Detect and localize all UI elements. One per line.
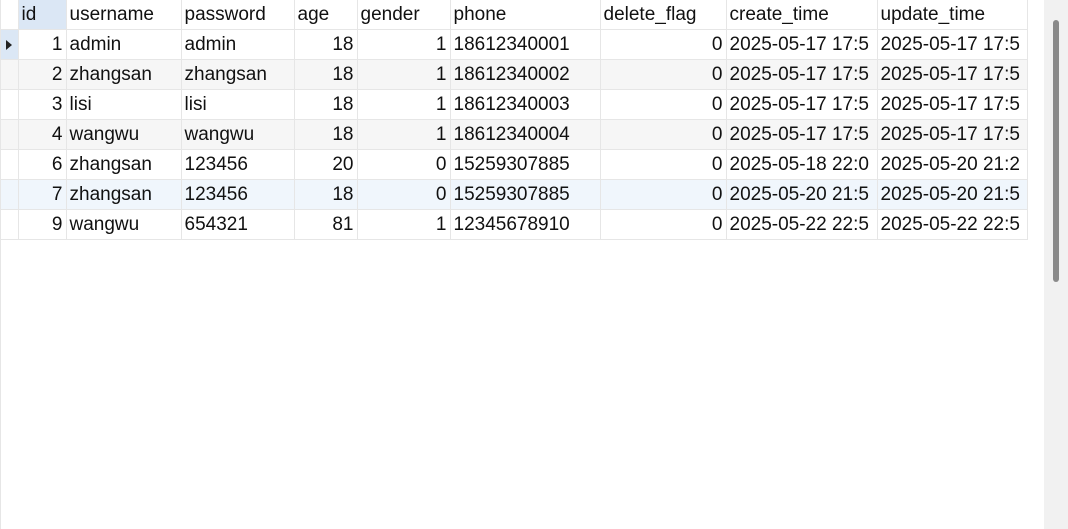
cell-delete-flag[interactable]: 0: [600, 179, 727, 210]
cell-create-time[interactable]: 2025-05-17 17:5: [726, 119, 878, 150]
column-header-gender[interactable]: gender: [357, 0, 451, 30]
cell-password[interactable]: lisi: [181, 89, 295, 120]
current-row-arrow-icon: [6, 39, 13, 50]
row-indicator-cell[interactable]: [1, 59, 19, 90]
cell-id[interactable]: 3: [18, 89, 67, 120]
cell-age[interactable]: 18: [294, 179, 358, 210]
table-row[interactable]: 1 admin admin 18 1 18612340001 0 2025-05-17 17:…: [1, 29, 1028, 60]
column-header-password[interactable]: password: [181, 0, 295, 30]
cell-phone[interactable]: 18612340003: [450, 89, 601, 120]
cell-phone[interactable]: 18612340004: [450, 119, 601, 150]
column-header-create-time[interactable]: create_time: [726, 0, 878, 30]
row-indicator-cell[interactable]: [1, 209, 19, 240]
cell-delete-flag[interactable]: 0: [600, 149, 727, 180]
cell-phone[interactable]: 18612340002: [450, 59, 601, 90]
cell-gender[interactable]: 1: [357, 209, 451, 240]
cell-phone[interactable]: 12345678910: [450, 209, 601, 240]
result-table: id username password age gender phone de…: [1, 0, 1028, 240]
table-row[interactable]: 3 lisi lisi 18 1 18612340003 0 2025-05-17 17:5 2…: [1, 89, 1028, 120]
cell-update-time[interactable]: 2025-05-20 21:2: [877, 149, 1028, 180]
header-row: id username password age gender phone de…: [1, 0, 1028, 30]
column-header-phone[interactable]: phone: [450, 0, 601, 30]
cell-username[interactable]: lisi: [66, 89, 182, 120]
table-row[interactable]: 2 zhangsan zhangsan 18 1 18612340002 0 2025-05-…: [1, 59, 1028, 90]
cell-username[interactable]: wangwu: [66, 209, 182, 240]
cell-age[interactable]: 20: [294, 149, 358, 180]
cell-delete-flag[interactable]: 0: [600, 209, 727, 240]
cell-username[interactable]: zhangsan: [66, 149, 182, 180]
cell-password[interactable]: 123456: [181, 179, 295, 210]
cell-age[interactable]: 18: [294, 29, 358, 60]
cell-age[interactable]: 18: [294, 59, 358, 90]
cell-id[interactable]: 6: [18, 149, 67, 180]
cell-delete-flag[interactable]: 0: [600, 29, 727, 60]
cell-delete-flag[interactable]: 0: [600, 119, 727, 150]
table-row[interactable]: 7 zhangsan 123456 18 0 15259307885 0 2025-05-20…: [1, 179, 1028, 210]
vertical-scrollbar[interactable]: [1044, 0, 1068, 529]
cell-delete-flag[interactable]: 0: [600, 59, 727, 90]
cell-username[interactable]: zhangsan: [66, 179, 182, 210]
column-header-id[interactable]: id: [18, 0, 67, 30]
cell-create-time[interactable]: 2025-05-17 17:5: [726, 89, 878, 120]
cell-age[interactable]: 81: [294, 209, 358, 240]
cell-gender[interactable]: 1: [357, 59, 451, 90]
column-header-username[interactable]: username: [66, 0, 182, 30]
data-grid[interactable]: id username password age gender phone de…: [0, 0, 1044, 529]
cell-update-time[interactable]: 2025-05-17 17:5: [877, 89, 1028, 120]
cell-password[interactable]: admin: [181, 29, 295, 60]
scrollbar-thumb[interactable]: [1053, 20, 1059, 282]
header-indicator-cell: [1, 0, 19, 30]
row-indicator-cell[interactable]: [1, 29, 19, 60]
cell-update-time[interactable]: 2025-05-20 21:5: [877, 179, 1028, 210]
cell-id[interactable]: 1: [18, 29, 67, 60]
cell-password[interactable]: wangwu: [181, 119, 295, 150]
cell-update-time[interactable]: 2025-05-17 17:5: [877, 119, 1028, 150]
cell-create-time[interactable]: 2025-05-17 17:5: [726, 59, 878, 90]
row-indicator-cell[interactable]: [1, 89, 19, 120]
column-header-age[interactable]: age: [294, 0, 358, 30]
cell-gender[interactable]: 0: [357, 179, 451, 210]
cell-username[interactable]: admin: [66, 29, 182, 60]
cell-create-time[interactable]: 2025-05-20 21:5: [726, 179, 878, 210]
cell-create-time[interactable]: 2025-05-17 17:5: [726, 29, 878, 60]
cell-delete-flag[interactable]: 0: [600, 89, 727, 120]
cell-gender[interactable]: 1: [357, 89, 451, 120]
cell-age[interactable]: 18: [294, 119, 358, 150]
cell-id[interactable]: 9: [18, 209, 67, 240]
row-indicator-cell[interactable]: [1, 149, 19, 180]
cell-username[interactable]: zhangsan: [66, 59, 182, 90]
column-header-update-time[interactable]: update_time: [877, 0, 1028, 30]
cell-password[interactable]: 123456: [181, 149, 295, 180]
cell-update-time[interactable]: 2025-05-17 17:5: [877, 59, 1028, 90]
column-header-delete-flag[interactable]: delete_flag: [600, 0, 727, 30]
row-indicator-cell[interactable]: [1, 119, 19, 150]
cell-phone[interactable]: 18612340001: [450, 29, 601, 60]
cell-username[interactable]: wangwu: [66, 119, 182, 150]
cell-id[interactable]: 7: [18, 179, 67, 210]
cell-password[interactable]: zhangsan: [181, 59, 295, 90]
cell-create-time[interactable]: 2025-05-22 22:5: [726, 209, 878, 240]
cell-password[interactable]: 654321: [181, 209, 295, 240]
cell-create-time[interactable]: 2025-05-18 22:0: [726, 149, 878, 180]
table-row[interactable]: 4 wangwu wangwu 18 1 18612340004 0 2025-05-17 1…: [1, 119, 1028, 150]
cell-update-time[interactable]: 2025-05-17 17:5: [877, 29, 1028, 60]
cell-id[interactable]: 2: [18, 59, 67, 90]
table-row[interactable]: 9 wangwu 654321 81 1 12345678910 0 2025-05-22 2…: [1, 209, 1028, 240]
cell-phone[interactable]: 15259307885: [450, 149, 601, 180]
row-indicator-cell[interactable]: [1, 179, 19, 210]
cell-phone[interactable]: 15259307885: [450, 179, 601, 210]
cell-age[interactable]: 18: [294, 89, 358, 120]
cell-update-time[interactable]: 2025-05-22 22:5: [877, 209, 1028, 240]
cell-gender[interactable]: 0: [357, 149, 451, 180]
table-row[interactable]: 6 zhangsan 123456 20 0 15259307885 0 2025-05-18…: [1, 149, 1028, 180]
cell-gender[interactable]: 1: [357, 29, 451, 60]
cell-id[interactable]: 4: [18, 119, 67, 150]
cell-gender[interactable]: 1: [357, 119, 451, 150]
